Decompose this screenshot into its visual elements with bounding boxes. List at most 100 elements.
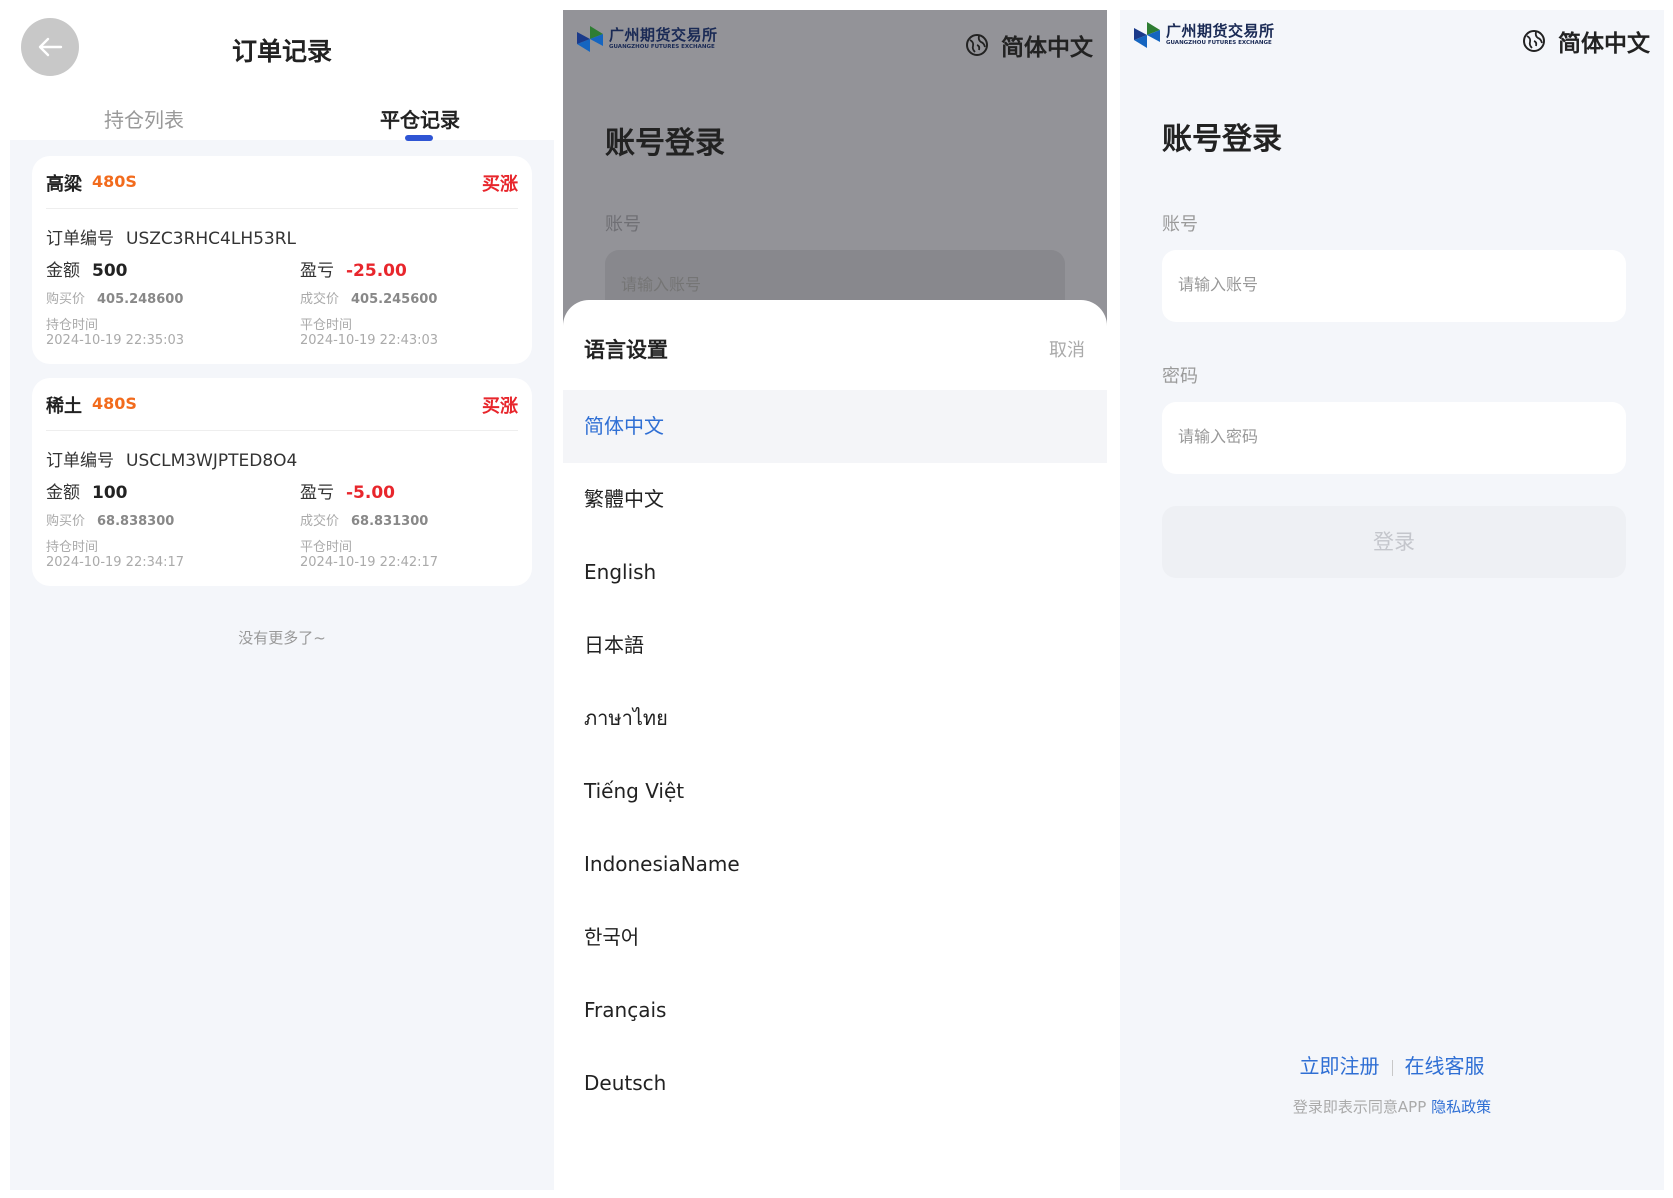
hold-time: 2024-10-19 22:35:03 xyxy=(46,333,185,348)
language-option-fr[interactable]: Français xyxy=(563,974,1107,1047)
bg-page-title: 账号登录 xyxy=(605,126,725,161)
language-option-ko[interactable]: 한국어 xyxy=(563,901,1107,974)
deal-price-row: 成交价 68.831300 xyxy=(300,510,428,529)
agreement-text: 登录即表示同意APP xyxy=(1292,1098,1427,1116)
order-card[interactable]: 高粱 480S 买涨 订单编号 USZC3RHC4LH53RL 金额 500 盈亏 -… xyxy=(32,156,532,364)
tab-closed-records[interactable]: 平仓记录 xyxy=(380,104,460,133)
order-number: USCLM3WJPTED8O4 xyxy=(126,451,298,471)
language-option-ja[interactable]: 日本語 xyxy=(563,609,1107,682)
brand-name-en: GUANGZHOU FUTURES EXCHANGE xyxy=(609,43,715,50)
language-option-de[interactable]: Deutsch xyxy=(563,1047,1107,1120)
password-label: 密码 xyxy=(1162,366,1198,387)
pnl-row: 盈亏 -5.00 xyxy=(300,478,395,503)
buy-price-row: 购买价 68.838300 xyxy=(46,510,174,529)
direction-badge: 买涨 xyxy=(482,174,518,195)
language-switch-label: 简体中文 xyxy=(1001,35,1093,61)
amount-value: 100 xyxy=(92,483,128,503)
hold-time-label: 持仓时间 xyxy=(46,540,99,555)
amount-label: 金额 xyxy=(46,261,80,281)
order-card[interactable]: 稀土 480S 买涨 订单编号 USCLM3WJPTED8O4 金额 100 盈亏 -… xyxy=(32,378,532,586)
globe-icon xyxy=(966,34,988,56)
pnl-value: -25.00 xyxy=(346,261,407,281)
deal-price: 68.831300 xyxy=(351,514,429,529)
buy-price: 68.838300 xyxy=(97,514,175,529)
language-sheet-screen: 广州期货交易所 GUANGZHOU FUTURES EXCHANGE 简体中文 … xyxy=(563,10,1107,1190)
deal-price-label: 成交价 xyxy=(300,514,340,529)
language-switch-label: 简体中文 xyxy=(1558,31,1650,57)
language-switch[interactable]: 简体中文 xyxy=(965,28,1093,62)
no-more-hint: 没有更多了~ xyxy=(238,629,326,647)
brand-name: 广州期货交易所 xyxy=(609,25,718,44)
agreement-note: 登录即表示同意APP 隐私政策 xyxy=(1120,1096,1664,1117)
globe-icon xyxy=(1523,30,1545,52)
pnl-label: 盈亏 xyxy=(300,483,334,503)
account-label: 账号 xyxy=(1162,214,1198,235)
language-sheet: 语言设置 取消 简体中文 繁體中文 English 日本語 ภาษาไทย Ti… xyxy=(563,300,1107,1190)
language-option-th[interactable]: ภาษาไทย xyxy=(563,682,1107,755)
language-option-en[interactable]: English xyxy=(563,536,1107,609)
brand-name-en: GUANGZHOU FUTURES EXCHANGE xyxy=(1166,39,1272,46)
amount-row: 金额 100 xyxy=(46,478,128,503)
pnl-label: 盈亏 xyxy=(300,261,334,281)
amount-label: 金额 xyxy=(46,483,80,503)
deal-price: 405.245600 xyxy=(351,292,438,307)
order-number-label: 订单编号 xyxy=(46,451,114,471)
amount-value: 500 xyxy=(92,261,128,281)
buy-price-label: 购买价 xyxy=(46,292,86,307)
account-input[interactable] xyxy=(1162,250,1626,322)
order-number: USZC3RHC4LH53RL xyxy=(126,229,297,249)
page-title: 订单记录 xyxy=(231,37,332,66)
amount-row: 金额 500 xyxy=(46,256,128,281)
product-code: 480S xyxy=(92,394,137,413)
divider xyxy=(46,208,518,209)
brand-logo: 广州期货交易所 GUANGZHOU FUTURES EXCHANGE xyxy=(575,24,718,54)
buy-price-label: 购买价 xyxy=(46,514,86,529)
hold-time: 2024-10-19 22:34:17 xyxy=(46,555,185,570)
divider xyxy=(46,430,518,431)
close-time-label: 平仓时间 xyxy=(300,318,353,333)
brand-name: 广州期货交易所 xyxy=(1166,21,1275,40)
exchange-logo-icon xyxy=(577,26,603,52)
brand-logo: 广州期货交易所 GUANGZHOU FUTURES EXCHANGE xyxy=(1132,20,1275,50)
cancel-button[interactable]: 取消 xyxy=(1049,336,1085,362)
pnl-row: 盈亏 -25.00 xyxy=(300,256,407,281)
order-number-row: 订单编号 USCLM3WJPTED8O4 xyxy=(46,446,297,471)
orders-header: 订单记录 持仓列表 平仓记录 xyxy=(10,10,554,141)
language-switch[interactable]: 简体中文 xyxy=(1522,24,1650,58)
deal-price-row: 成交价 405.245600 xyxy=(300,288,437,307)
direction-badge: 买涨 xyxy=(482,396,518,417)
page-title: 账号登录 xyxy=(1162,122,1282,157)
product-name: 高粱 xyxy=(46,174,82,195)
pnl-value: -5.00 xyxy=(346,483,395,503)
hold-time-label: 持仓时间 xyxy=(46,318,99,333)
online-service-link[interactable]: 在线客服 xyxy=(1405,1054,1485,1078)
active-tab-indicator xyxy=(405,135,433,141)
deal-price-label: 成交价 xyxy=(300,292,340,307)
language-option-zh-hans[interactable]: 简体中文 xyxy=(563,390,1107,463)
footer-links: 立即注册 在线客服 xyxy=(1120,1050,1664,1079)
language-list: 简体中文 繁體中文 English 日本語 ภาษาไทย Tiếng Việt… xyxy=(563,390,1107,1120)
language-option-zh-hant[interactable]: 繁體中文 xyxy=(563,463,1107,536)
privacy-policy-link[interactable]: 隐私政策 xyxy=(1431,1098,1491,1116)
language-option-vi[interactable]: Tiếng Việt xyxy=(563,755,1107,828)
order-number-label: 订单编号 xyxy=(46,229,114,249)
close-time-label: 平仓时间 xyxy=(300,540,353,555)
close-time: 2024-10-19 22:43:03 xyxy=(300,333,439,348)
exchange-logo-icon xyxy=(1134,22,1160,48)
orders-screen: 订单记录 持仓列表 平仓记录 高粱 480S 买涨 订单编号 USZC3RHC4L… xyxy=(10,10,554,1190)
tab-positions[interactable]: 持仓列表 xyxy=(104,104,184,133)
login-button[interactable]: 登录 xyxy=(1162,506,1626,578)
login-screen: 广州期货交易所 GUANGZHOU FUTURES EXCHANGE 简体中文 … xyxy=(1120,10,1664,1190)
buy-price-row: 购买价 405.248600 xyxy=(46,288,183,307)
sheet-title: 语言设置 xyxy=(584,338,668,362)
product-code: 480S xyxy=(92,172,137,191)
product-name: 稀土 xyxy=(46,396,82,417)
bg-account-label: 账号 xyxy=(605,214,641,235)
language-option-id[interactable]: IndonesiaName xyxy=(563,828,1107,901)
close-time: 2024-10-19 22:42:17 xyxy=(300,555,439,570)
register-link[interactable]: 立即注册 xyxy=(1300,1054,1380,1078)
link-separator xyxy=(1391,1059,1393,1076)
buy-price: 405.248600 xyxy=(97,292,184,307)
order-number-row: 订单编号 USZC3RHC4LH53RL xyxy=(46,224,296,249)
password-input[interactable] xyxy=(1162,402,1626,474)
